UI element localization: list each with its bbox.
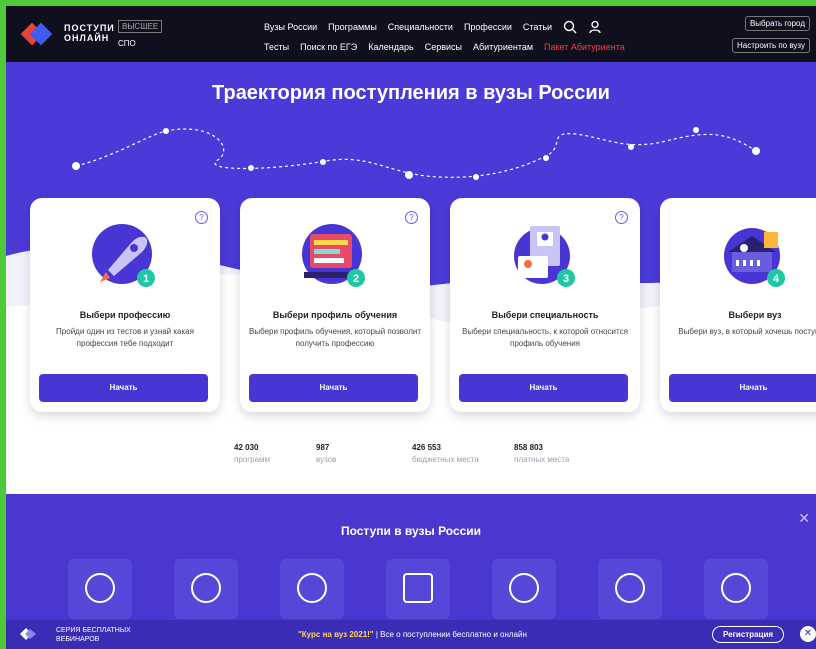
level-higher-tab[interactable]: ВЫСШЕЕ — [118, 20, 163, 33]
card-title: Выбери вуз — [728, 310, 782, 320]
help-icon[interactable]: ? — [405, 211, 418, 224]
level-spo-tab[interactable]: СПО — [118, 39, 136, 48]
university-logo[interactable] — [174, 559, 238, 619]
university-icon: 4 — [724, 228, 785, 287]
card-description: Выбери специальность, к которой относитс… — [462, 327, 628, 348]
trajectory-path — [72, 127, 760, 180]
start-button[interactable]: Начать — [669, 374, 816, 402]
id-card-icon: 3 — [514, 226, 575, 287]
stat-universities: 987 вузов — [316, 443, 337, 464]
card-description: Пройди один из тестов и узнай какая проф… — [56, 327, 194, 348]
nav-item-professions[interactable]: Профессии — [464, 22, 512, 32]
promo-text: "Курс на вуз 2021!" | Все о поступлении … — [298, 630, 527, 639]
step-card-profile: ? 2 Выбери профиль обучения Выбери профи… — [240, 198, 430, 412]
step-number-badge: 3 — [563, 273, 569, 285]
logo-icon — [20, 22, 53, 46]
university-logo[interactable] — [704, 559, 768, 619]
step-number-badge: 2 — [353, 273, 359, 285]
site-header: ПОСТУПИ ОНЛАЙН ВЫСШЕЕ СПО Вузы России Пр… — [6, 6, 816, 62]
level-switch: ВЫСШЕЕ СПО — [118, 20, 163, 48]
page-title: Траектория поступления в вузы России — [212, 82, 610, 104]
logo-text-1: ПОСТУПИ — [64, 23, 115, 33]
start-button[interactable]: Начать — [39, 374, 208, 402]
nav-item-tests[interactable]: Тесты — [264, 42, 289, 52]
step-number-badge: 1 — [143, 273, 149, 285]
user-icon[interactable] — [588, 20, 602, 34]
partners-section: Поступи в вузы России ✕ — [6, 494, 816, 624]
nav-item-vuzy[interactable]: Вузы России — [264, 22, 317, 32]
card-title: Выбери специальность — [491, 310, 599, 320]
stat-paid-places: 858 803 платных места — [514, 443, 570, 464]
step-card-university: 4 Выбери вуз Выбери вуз, в который хочеш… — [660, 198, 816, 412]
nav-item-calendar[interactable]: Календарь — [368, 42, 413, 52]
stat-programs: 42 030 программ — [234, 443, 271, 464]
nav-item-applicant-package[interactable]: Пакет Абитуриента — [544, 42, 625, 52]
choose-city-button[interactable]: Выбрать город — [744, 16, 810, 31]
webinar-banner: СЕРИЯ БЕСПЛАТНЫХ ВЕБИНАРОВ "Курс на вуз … — [6, 620, 816, 649]
help-icon[interactable]: ? — [615, 211, 628, 224]
nav-item-ege-search[interactable]: Поиск по ЕГЭ — [300, 42, 357, 52]
nav-item-applicants[interactable]: Абитуриентам — [473, 42, 533, 52]
register-button[interactable]: Регистрация — [712, 626, 785, 643]
close-icon[interactable]: ✕ — [800, 626, 816, 642]
card-title: Выбери профиль обучения — [272, 310, 398, 320]
university-logo[interactable] — [280, 559, 344, 619]
nav-item-articles[interactable]: Статьи — [523, 22, 552, 32]
search-icon[interactable] — [563, 20, 577, 34]
close-icon[interactable]: ✕ — [798, 510, 810, 527]
main-nav: Вузы России Программы Специальности Проф… — [264, 20, 625, 60]
university-logo[interactable] — [598, 559, 662, 619]
logo-icon — [20, 628, 36, 640]
partners-title: Поступи в вузы России — [340, 524, 482, 538]
webinar-series-label: СЕРИЯ БЕСПЛАТНЫХ ВЕБИНАРОВ — [56, 627, 131, 643]
card-title: Выбери профессию — [79, 310, 171, 320]
nav-item-programs[interactable]: Программы — [328, 22, 377, 32]
nav-item-services[interactable]: Сервисы — [425, 42, 462, 52]
step-card-profession: ? 1 Выбери профессию Пройди один из тест… — [30, 198, 220, 412]
site-logo[interactable]: ПОСТУПИ ОНЛАЙН — [20, 22, 115, 46]
help-icon[interactable]: ? — [195, 211, 208, 224]
card-description: Выбери вуз, в который хочешь поступить — [678, 327, 816, 336]
stat-budget-places: 426 553 бюджетных места — [412, 443, 479, 464]
step-number-badge: 4 — [773, 273, 780, 285]
step-card-specialty: ? 3 Выбери специальность Выбери специаль… — [450, 198, 640, 412]
rocket-icon: 1 — [92, 224, 155, 287]
logo-text-2: ОНЛАЙН — [64, 33, 110, 43]
nav-item-specialties[interactable]: Специальности — [388, 22, 453, 32]
monitor-icon: 2 — [302, 224, 365, 287]
university-logo[interactable] — [492, 559, 556, 619]
university-logo[interactable] — [68, 559, 132, 619]
start-button[interactable]: Начать — [459, 374, 628, 402]
setup-vuz-button[interactable]: Настроить по вузу — [732, 38, 810, 53]
page-frame: ПОСТУПИ ОНЛАЙН ВЫСШЕЕ СПО Вузы России Пр… — [6, 6, 816, 649]
card-description: Выбери профиль обучения, который позволи… — [248, 327, 421, 348]
university-logo[interactable] — [386, 559, 450, 619]
start-button[interactable]: Начать — [249, 374, 418, 402]
